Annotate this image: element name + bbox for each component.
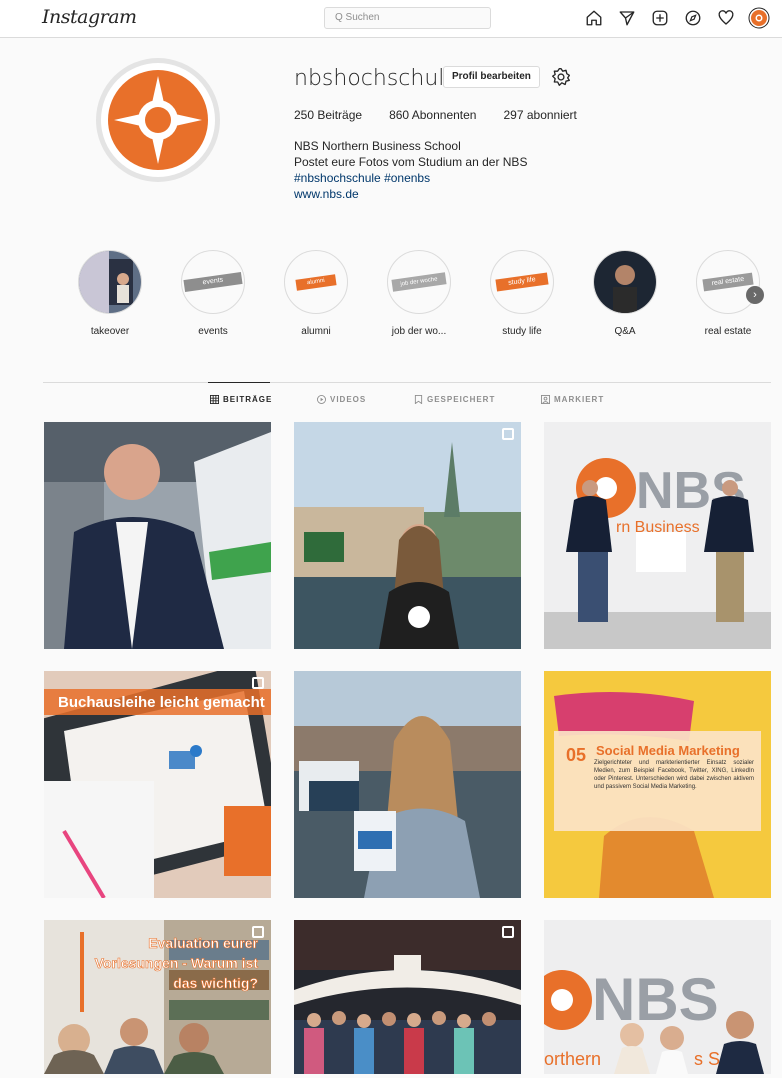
highlight-label: takeover xyxy=(90,326,130,337)
highlight-events[interactable]: events events xyxy=(178,250,248,337)
highlight-label: real estate xyxy=(704,326,752,337)
tab-label: MARKIERT xyxy=(554,395,605,404)
tab-posts[interactable]: BEITRÄGE xyxy=(207,382,273,404)
following-count[interactable]: 297 abonniert xyxy=(503,108,576,122)
bookmark-icon xyxy=(414,395,423,404)
nbs-logo-icon xyxy=(108,70,208,170)
tab-label: GESPEICHERT xyxy=(427,395,496,404)
nbs-wall-subtitle-2: s S xyxy=(694,1049,720,1069)
home-icon[interactable] xyxy=(583,7,605,29)
takeover-thumbnail xyxy=(79,251,141,313)
post-image-woman-with-flyer xyxy=(294,671,521,898)
search-input[interactable]: Q Suchen xyxy=(324,7,491,29)
post-thumbnail[interactable] xyxy=(294,422,521,649)
highlights-next-arrow-icon[interactable]: › xyxy=(746,286,764,304)
bio-text: Postet eure Fotos vom Studium an der NBS xyxy=(294,155,528,169)
post-thumbnail[interactable]: 05 Social Media Marketing Zielgerichtete… xyxy=(544,671,771,898)
study-life-tag: study life xyxy=(495,272,549,292)
profile-full-name: NBS Northern Business School xyxy=(294,139,461,153)
post-image-evaluation-library: Evaluation eurer Vorlesungen - Warum ist… xyxy=(44,920,271,1074)
profile-avatar-icon[interactable] xyxy=(748,7,770,29)
post-thumbnail[interactable]: NBS rn Business xyxy=(544,422,771,649)
post-heading-social-media: Social Media Marketing xyxy=(596,743,740,758)
post-caption-line2: Vorlesungen - Warum ist xyxy=(95,955,259,971)
multi-image-badge-icon xyxy=(502,926,514,938)
post-image-nbs-group: NBS orthern s S xyxy=(544,920,771,1074)
bio-website-link[interactable]: www.nbs.de xyxy=(294,186,694,202)
profile-tabs: BEITRÄGE VIDEOS GESPEICHERT MARKIERT xyxy=(0,382,782,419)
multi-image-badge-icon xyxy=(252,926,264,938)
job-der-woche-tag: job der woche xyxy=(391,272,447,292)
settings-gear-icon[interactable] xyxy=(551,67,571,92)
post-caption-line3: das wichtig? xyxy=(173,975,258,991)
highlight-label: study life xyxy=(502,326,542,337)
instagram-logo[interactable]: Instagram xyxy=(42,6,137,28)
post-thumbnail[interactable]: Evaluation eurer Vorlesungen - Warum ist… xyxy=(44,920,271,1074)
profile-avatar[interactable] xyxy=(96,58,220,182)
real-estate-tag: real estate xyxy=(702,272,754,292)
story-highlights: takeover events events alumni alumni job… xyxy=(72,250,772,346)
tag-person-icon xyxy=(541,395,550,404)
tab-label: VIDEOS xyxy=(330,395,367,404)
post-number-label: 05 xyxy=(566,745,586,765)
grid-icon xyxy=(210,395,219,404)
edit-profile-button[interactable]: Profil bearbeiten xyxy=(443,66,540,88)
activity-heart-icon[interactable] xyxy=(715,7,737,29)
highlight-alumni[interactable]: alumni alumni xyxy=(281,250,351,337)
highlight-label: Q&A xyxy=(614,326,636,337)
top-navigation-bar: Instagram Q Suchen xyxy=(0,0,782,38)
highlight-label: job der wo... xyxy=(391,326,447,337)
highlight-label: alumni xyxy=(301,326,331,337)
explore-icon[interactable] xyxy=(682,7,704,29)
highlight-study-life[interactable]: study life study life xyxy=(487,250,557,337)
post-image-book-loan-terminal: Buchausleihe leicht gemacht xyxy=(44,671,271,898)
profile-bio: NBS Northern Business School Postet eure… xyxy=(294,138,694,202)
bio-hashtags[interactable]: #nbshochschule #onenbs xyxy=(294,170,694,186)
profile-username: nbshochschule xyxy=(294,66,458,91)
post-caption-book-loan: Buchausleihe leicht gemacht xyxy=(58,694,265,711)
followers-count[interactable]: 860 Abonnenten xyxy=(389,108,476,122)
nbs-wall-subtitle: orthern xyxy=(544,1049,601,1069)
direct-icon[interactable] xyxy=(616,7,638,29)
post-image-graduation-group xyxy=(294,920,521,1074)
post-image-woman-town-hall xyxy=(294,422,521,649)
post-thumbnail[interactable] xyxy=(294,920,521,1074)
post-image-nbs-award: NBS rn Business xyxy=(544,422,771,649)
highlight-job-der-woche[interactable]: job der woche job der wo... xyxy=(384,250,454,337)
multi-image-badge-icon xyxy=(252,677,264,689)
events-tag: events xyxy=(183,272,243,292)
tab-label: BEITRÄGE xyxy=(223,395,273,404)
post-thumbnail[interactable] xyxy=(44,422,271,649)
tab-videos[interactable]: VIDEOS xyxy=(317,395,366,404)
post-thumbnail[interactable]: NBS orthern s S xyxy=(544,920,771,1074)
post-image-social-media-marketing: 05 Social Media Marketing Zielgerichtete… xyxy=(544,671,771,898)
alumni-tag: alumni xyxy=(295,273,337,291)
post-caption-line1: Evaluation eurer xyxy=(148,935,258,951)
posts-count: 250 Beiträge xyxy=(294,108,363,122)
tab-tagged[interactable]: MARKIERT xyxy=(541,395,604,404)
post-thumbnail[interactable]: Buchausleihe leicht gemacht xyxy=(44,671,271,898)
qa-thumbnail xyxy=(594,251,656,313)
post-body-social-media: Zielgerichteter und markterientierter Ei… xyxy=(594,760,754,790)
profile-stats: 250 Beiträge 860 Abonnenten 297 abonnier… xyxy=(294,108,604,122)
highlight-label: events xyxy=(198,326,228,337)
highlight-qa[interactable]: Q&A xyxy=(590,250,660,337)
post-thumbnail[interactable] xyxy=(294,671,521,898)
tab-saved[interactable]: GESPEICHERT xyxy=(414,395,495,404)
new-post-icon[interactable] xyxy=(649,7,671,29)
highlight-takeover[interactable]: takeover xyxy=(75,250,145,337)
nbs-wall-sign: NBS xyxy=(592,966,719,1033)
play-icon xyxy=(317,395,326,404)
post-image-man-train-station xyxy=(44,422,271,649)
multi-image-badge-icon xyxy=(502,428,514,440)
